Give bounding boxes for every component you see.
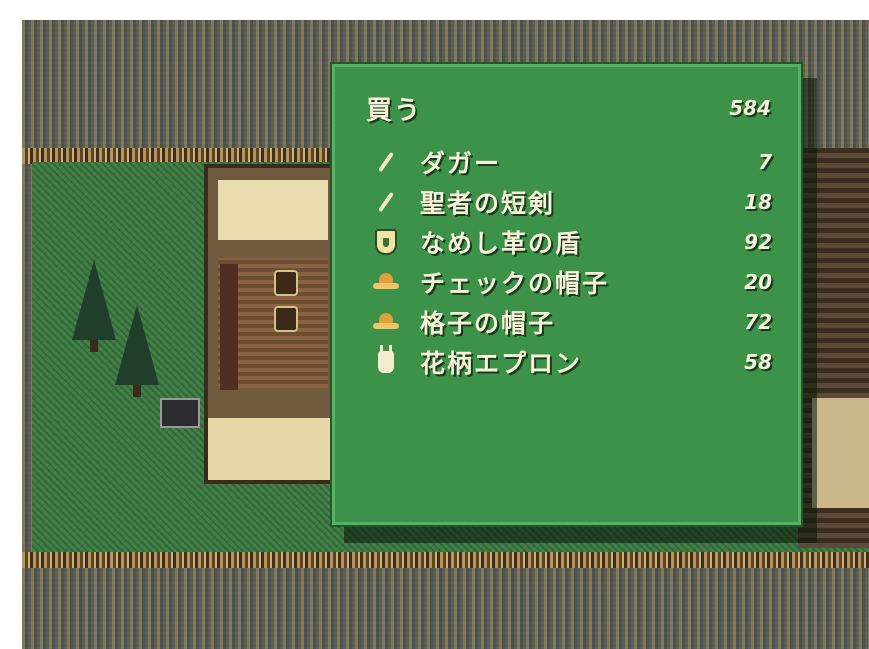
apron-icon xyxy=(372,345,400,376)
shop-item-list: ダガー 7 聖者の短剣 18 なめし革の盾 92 チェックの帽子 20 格子の帽… xyxy=(372,142,772,382)
item-name: 聖者の短剣 xyxy=(420,189,556,218)
neighbor-building xyxy=(798,148,869,548)
shop-item-floral-apron[interactable]: 花柄エプロン 58 xyxy=(372,342,772,382)
item-name: ダガー xyxy=(420,149,502,178)
item-name: 花柄エプロン xyxy=(420,349,583,378)
shop-stool xyxy=(274,270,298,296)
shop-stool xyxy=(274,306,298,332)
short-sword-icon xyxy=(372,188,400,216)
shop-entrance xyxy=(208,418,330,480)
shop-item-lattice-hat[interactable]: 格子の帽子 72 xyxy=(372,302,772,342)
item-name: 格子の帽子 xyxy=(420,309,556,338)
pine-tree xyxy=(115,305,159,397)
shield-icon xyxy=(372,228,400,256)
shop-menu-title: 買う xyxy=(366,96,423,126)
gold-amount: 584 xyxy=(729,96,771,120)
item-name: なめし革の盾 xyxy=(420,229,583,258)
shop-item-saints-short-sword[interactable]: 聖者の短剣 18 xyxy=(372,182,772,222)
shop-interior xyxy=(218,180,328,240)
shop-buy-window: 買う 584 ダガー 7 聖者の短剣 18 なめし革の盾 92 チェックの帽子 … xyxy=(330,62,803,527)
pine-tree xyxy=(72,260,116,352)
shop-building xyxy=(204,164,334,484)
item-name: チェックの帽子 xyxy=(420,269,610,298)
dagger-icon xyxy=(372,148,400,176)
shop-item-dagger[interactable]: ダガー 7 xyxy=(372,142,772,182)
item-price: 20 xyxy=(744,270,772,294)
hat-icon xyxy=(372,268,400,296)
shop-wall xyxy=(220,264,238,390)
shop-item-checked-hat[interactable]: チェックの帽子 20 xyxy=(372,262,772,302)
item-price: 72 xyxy=(744,310,772,334)
signpost xyxy=(160,398,200,428)
bottom-fence xyxy=(22,552,869,568)
hat-icon xyxy=(372,308,400,336)
item-price: 58 xyxy=(744,350,772,374)
shop-item-leather-shield[interactable]: なめし革の盾 92 xyxy=(372,222,772,262)
item-price: 7 xyxy=(758,150,772,174)
item-price: 18 xyxy=(744,190,772,214)
item-price: 92 xyxy=(744,230,772,254)
neighbor-building-wall xyxy=(812,398,869,508)
